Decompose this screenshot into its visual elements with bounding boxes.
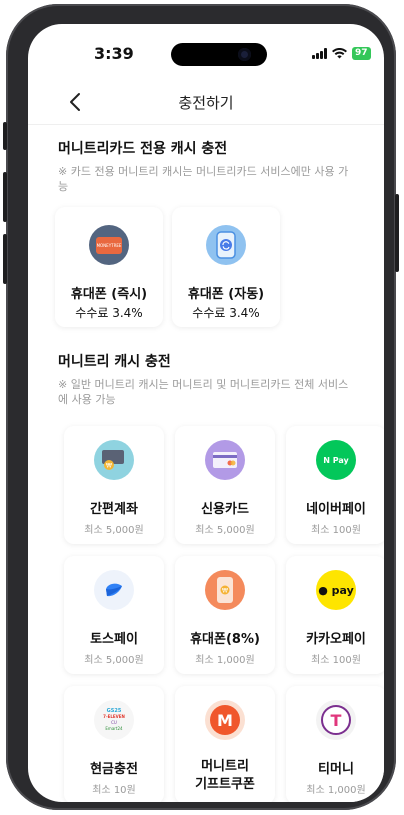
- option-label: 네이버페이: [306, 502, 366, 517]
- card-cash-section-note: ※ 카드 전용 머니트리 캐시는 머니트리카드 서비스에만 사용 가능: [58, 165, 349, 193]
- kakao-pay-icon: ● pay: [316, 570, 356, 610]
- tmoney-icon: T: [316, 700, 356, 740]
- option-minimum: 최소 100원: [311, 655, 361, 666]
- svg-text:₩: ₩: [106, 463, 112, 470]
- camera-icon: [238, 48, 251, 61]
- screen: 3:39 97 충전하기 머니트리카드 전용 캐시 충전 ※ 카드 전용 머니트…: [28, 24, 384, 802]
- phone-auto-charge-icon: [206, 225, 246, 265]
- power-button: [395, 194, 399, 272]
- status-bar: 3:39 97: [28, 24, 384, 80]
- option-fee: 수수료 3.4%: [192, 306, 260, 320]
- toss-pay-icon: [94, 570, 134, 610]
- charge-option-credit-card[interactable]: 신용카드 최소 5,000원: [175, 426, 275, 544]
- gift-coupon-icon: M: [205, 700, 245, 740]
- option-minimum: 최소 5,000원: [195, 525, 255, 536]
- option-label: 현금충전: [90, 762, 138, 777]
- option-minimum: 최소 1,000원: [195, 655, 255, 666]
- tmoney-icon-text: T: [321, 705, 351, 735]
- card-badge: MONEYTREE: [96, 236, 122, 254]
- option-label: 신용카드: [201, 502, 249, 517]
- option-minimum: 최소 5,000원: [84, 655, 144, 666]
- convenience-store-icon: GS25 7-ELEVEN CU Emart24: [94, 700, 134, 740]
- signal-icon: [312, 48, 327, 59]
- option-label: 카카오페이: [306, 632, 366, 647]
- page-title: 충전하기: [178, 94, 234, 112]
- charge-option-kakao-pay[interactable]: ● pay 카카오페이 최소 100원: [286, 556, 384, 674]
- card-cash-section-title: 머니트리카드 전용 캐시 충전: [58, 141, 228, 157]
- gift-coupon-icon-text: M: [210, 705, 240, 735]
- option-minimum: 최소 5,000원: [84, 525, 144, 536]
- silent-switch: [3, 122, 7, 150]
- phone-frame: 3:39 97 충전하기 머니트리카드 전용 캐시 충전 ※ 카드 전용 머니트…: [3, 4, 399, 810]
- option-minimum: 최소 1,000원: [306, 785, 366, 796]
- cash-section-title: 머니트리 캐시 충전: [58, 354, 171, 370]
- naver-pay-icon-text: N Pay: [323, 455, 349, 465]
- charge-option-tmoney[interactable]: T 티머니 최소 1,000원: [286, 686, 384, 802]
- status-time: 3:39: [94, 44, 134, 63]
- app-header: 충전하기: [28, 80, 384, 125]
- option-label: 휴대폰 (자동): [187, 287, 265, 302]
- option-label: 티머니: [318, 762, 354, 777]
- battery-icon: 97: [352, 47, 371, 60]
- option-label: 휴대폰(8%): [190, 632, 260, 647]
- charge-option-phone-auto[interactable]: 휴대폰 (자동) 수수료 3.4%: [172, 207, 280, 327]
- status-icons: 97: [312, 47, 371, 60]
- wifi-icon: [332, 48, 347, 59]
- charge-option-naver-pay[interactable]: N Pay 네이버페이 최소 100원: [286, 426, 384, 544]
- charge-option-phone-instant[interactable]: MONEYTREE 휴대폰 (즉시) 수수료 3.4%: [55, 207, 163, 327]
- store-logo-text: Emart24: [105, 726, 123, 731]
- charge-option-toss-pay[interactable]: 토스페이 최소 5,000원: [64, 556, 164, 674]
- charge-option-gift-coupon[interactable]: M 머니트리 기프트쿠폰: [175, 686, 275, 802]
- cash-section-note: ※ 일반 머니트리 캐시는 머니트리 및 머니트리카드 전체 서비스에 사용 가…: [58, 378, 349, 406]
- option-label: 간편계좌: [90, 502, 138, 517]
- dynamic-island: [171, 43, 267, 66]
- option-label: 휴대폰 (즉시): [70, 287, 148, 302]
- option-label: 토스페이: [90, 632, 138, 647]
- bank-account-icon: ₩: [94, 440, 134, 480]
- option-label: 머니트리 기프트쿠폰: [195, 759, 255, 792]
- kakao-pay-icon-text: ● pay: [318, 583, 354, 597]
- option-minimum: 최소 10원: [92, 785, 136, 796]
- charge-option-mobile-phone[interactable]: ₩ 휴대폰(8%) 최소 1,000원: [175, 556, 275, 674]
- option-fee: 수수료 3.4%: [75, 306, 143, 320]
- volume-up-button: [3, 172, 7, 222]
- mobile-phone-icon: ₩: [205, 570, 245, 610]
- credit-card-icon: [205, 440, 245, 480]
- naver-pay-icon: N Pay: [316, 440, 356, 480]
- svg-text:₩: ₩: [222, 588, 228, 595]
- charge-option-cash[interactable]: GS25 7-ELEVEN CU Emart24 현금충전 최소 10원: [64, 686, 164, 802]
- option-minimum: 최소 100원: [311, 525, 361, 536]
- charge-option-bank-account[interactable]: ₩ 간편계좌 최소 5,000원: [64, 426, 164, 544]
- card-instant-icon: MONEYTREE: [89, 225, 129, 265]
- volume-down-button: [3, 234, 7, 284]
